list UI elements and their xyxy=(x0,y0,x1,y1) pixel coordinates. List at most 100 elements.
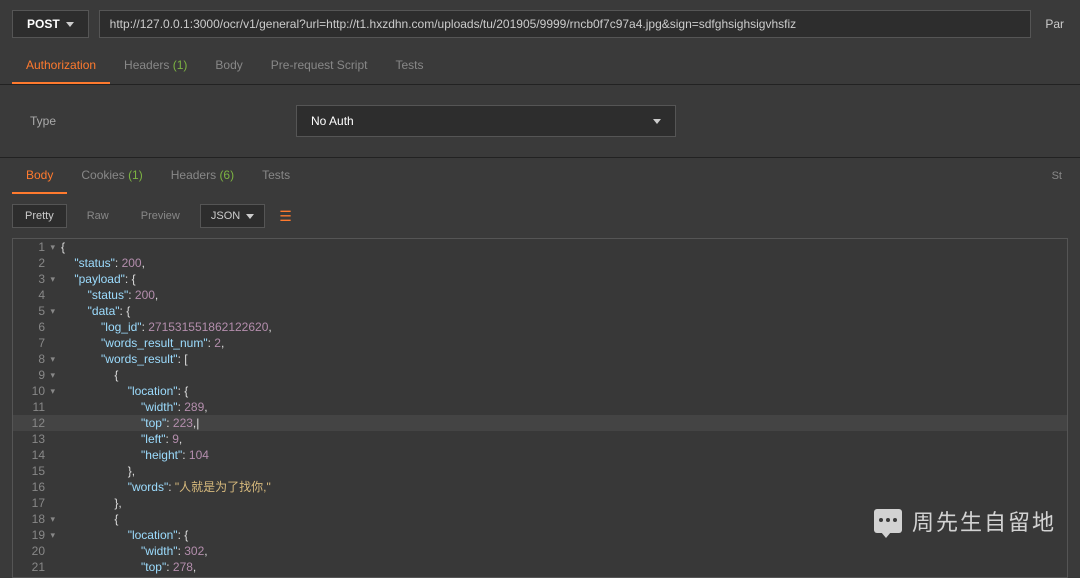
line-content: }, xyxy=(55,495,1067,511)
code-line[interactable]: 15 }, xyxy=(13,463,1067,479)
code-line[interactable]: 10 "location": { xyxy=(13,383,1067,399)
line-content: { xyxy=(55,511,1067,527)
line-content: "payload": { xyxy=(55,271,1067,287)
line-content: "words_result_num": 2, xyxy=(55,335,1067,351)
line-number: 7 xyxy=(13,335,55,351)
status-label: St xyxy=(1052,170,1068,182)
code-line[interactable]: 11 "width": 289, xyxy=(13,399,1067,415)
params-button[interactable]: Par xyxy=(1041,11,1068,37)
line-number: 21 xyxy=(13,559,55,575)
code-line[interactable]: 12 "top": 223,| xyxy=(13,415,1067,431)
auth-type-select[interactable]: No Auth xyxy=(296,105,676,137)
url-input[interactable] xyxy=(99,10,1032,38)
format-select[interactable]: JSON xyxy=(200,204,265,228)
resp-tab-body[interactable]: Body xyxy=(12,158,67,194)
line-number: 13 xyxy=(13,431,55,447)
tab-headers-label: Headers xyxy=(124,58,169,72)
code-line[interactable]: 9 { xyxy=(13,367,1067,383)
line-content: { xyxy=(55,367,1067,383)
wrap-lines-icon[interactable]: ☰ xyxy=(273,208,298,225)
line-number: 15 xyxy=(13,463,55,479)
tab-headers[interactable]: Headers (1) xyxy=(110,48,201,84)
line-content: "location": { xyxy=(55,383,1067,399)
code-line[interactable]: 6 "log_id": 271531551862122620, xyxy=(13,319,1067,335)
line-content: }, xyxy=(55,463,1067,479)
line-number: 5 xyxy=(13,303,55,319)
code-line[interactable]: 7 "words_result_num": 2, xyxy=(13,335,1067,351)
line-content: "top": 223,| xyxy=(55,415,1067,431)
resp-headers-count-badge: (6) xyxy=(219,168,234,182)
line-number: 2 xyxy=(13,255,55,271)
response-tabs: Body Cookies (1) Headers (6) Tests St xyxy=(0,158,1080,194)
view-preview-button[interactable]: Preview xyxy=(129,205,192,227)
line-number: 14 xyxy=(13,447,55,463)
resp-headers-label: Headers xyxy=(171,168,216,182)
resp-tab-headers[interactable]: Headers (6) xyxy=(157,158,248,194)
line-content: "width": 289, xyxy=(55,399,1067,415)
line-content: "top": 278, xyxy=(55,559,1067,575)
code-line[interactable]: 21 "top": 278, xyxy=(13,559,1067,575)
line-content: { xyxy=(55,239,1067,255)
line-content: "height": 104 xyxy=(55,447,1067,463)
tab-prerequest[interactable]: Pre-request Script xyxy=(257,48,382,84)
line-content: "words_result": [ xyxy=(55,351,1067,367)
headers-count-badge: (1) xyxy=(173,58,188,72)
resp-tab-cookies[interactable]: Cookies (1) xyxy=(67,158,156,194)
http-method-select[interactable]: POST xyxy=(12,10,89,38)
code-line[interactable]: 17 }, xyxy=(13,495,1067,511)
chevron-down-icon xyxy=(653,119,661,124)
line-content: "data": { xyxy=(55,303,1067,319)
cookies-count-badge: (1) xyxy=(128,168,143,182)
line-number: 11 xyxy=(13,399,55,415)
line-number: 10 xyxy=(13,383,55,399)
line-number: 4 xyxy=(13,287,55,303)
request-tabs: Authorization Headers (1) Body Pre-reque… xyxy=(0,48,1080,85)
code-line[interactable]: 20 "width": 302, xyxy=(13,543,1067,559)
resp-cookies-label: Cookies xyxy=(81,168,124,182)
url-bar: POST Par xyxy=(0,0,1080,48)
code-line[interactable]: 16 "words": "人就是为了找你," xyxy=(13,479,1067,495)
chevron-down-icon xyxy=(246,214,254,219)
code-line[interactable]: 1{ xyxy=(13,239,1067,255)
code-line[interactable]: 8 "words_result": [ xyxy=(13,351,1067,367)
line-number: 8 xyxy=(13,351,55,367)
line-number: 12 xyxy=(13,415,55,431)
code-line[interactable]: 3 "payload": { xyxy=(13,271,1067,287)
line-number: 9 xyxy=(13,367,55,383)
line-number: 6 xyxy=(13,319,55,335)
code-line[interactable]: 19 "location": { xyxy=(13,527,1067,543)
line-content: "status": 200, xyxy=(55,287,1067,303)
line-content: "width": 302, xyxy=(55,543,1067,559)
line-content: "log_id": 271531551862122620, xyxy=(55,319,1067,335)
auth-section: Type No Auth xyxy=(0,85,1080,158)
code-line[interactable]: 5 "data": { xyxy=(13,303,1067,319)
line-number: 1 xyxy=(13,239,55,255)
line-content: "left": 9, xyxy=(55,431,1067,447)
line-number: 17 xyxy=(13,495,55,511)
auth-type-label: Type xyxy=(30,114,56,128)
line-content: "location": { xyxy=(55,527,1067,543)
tab-authorization[interactable]: Authorization xyxy=(12,48,110,84)
code-line[interactable]: 4 "status": 200, xyxy=(13,287,1067,303)
line-number: 18 xyxy=(13,511,55,527)
tab-tests[interactable]: Tests xyxy=(381,48,437,84)
line-number: 19 xyxy=(13,527,55,543)
http-method-label: POST xyxy=(27,17,60,31)
view-pretty-button[interactable]: Pretty xyxy=(12,204,67,228)
view-bar: Pretty Raw Preview JSON ☰ xyxy=(0,194,1080,238)
format-label: JSON xyxy=(211,210,240,222)
code-line[interactable]: 13 "left": 9, xyxy=(13,431,1067,447)
code-line[interactable]: 14 "height": 104 xyxy=(13,447,1067,463)
line-number: 16 xyxy=(13,479,55,495)
resp-tab-tests[interactable]: Tests xyxy=(248,158,304,194)
line-content: "words": "人就是为了找你," xyxy=(55,479,1067,495)
line-number: 3 xyxy=(13,271,55,287)
line-content: "status": 200, xyxy=(55,255,1067,271)
line-number: 20 xyxy=(13,543,55,559)
code-line[interactable]: 2 "status": 200, xyxy=(13,255,1067,271)
view-raw-button[interactable]: Raw xyxy=(75,205,121,227)
code-line[interactable]: 18 { xyxy=(13,511,1067,527)
auth-selected-value: No Auth xyxy=(311,114,354,128)
response-body-editor[interactable]: 1{2 "status": 200,3 "payload": {4 "statu… xyxy=(12,238,1068,578)
tab-body[interactable]: Body xyxy=(201,48,256,84)
